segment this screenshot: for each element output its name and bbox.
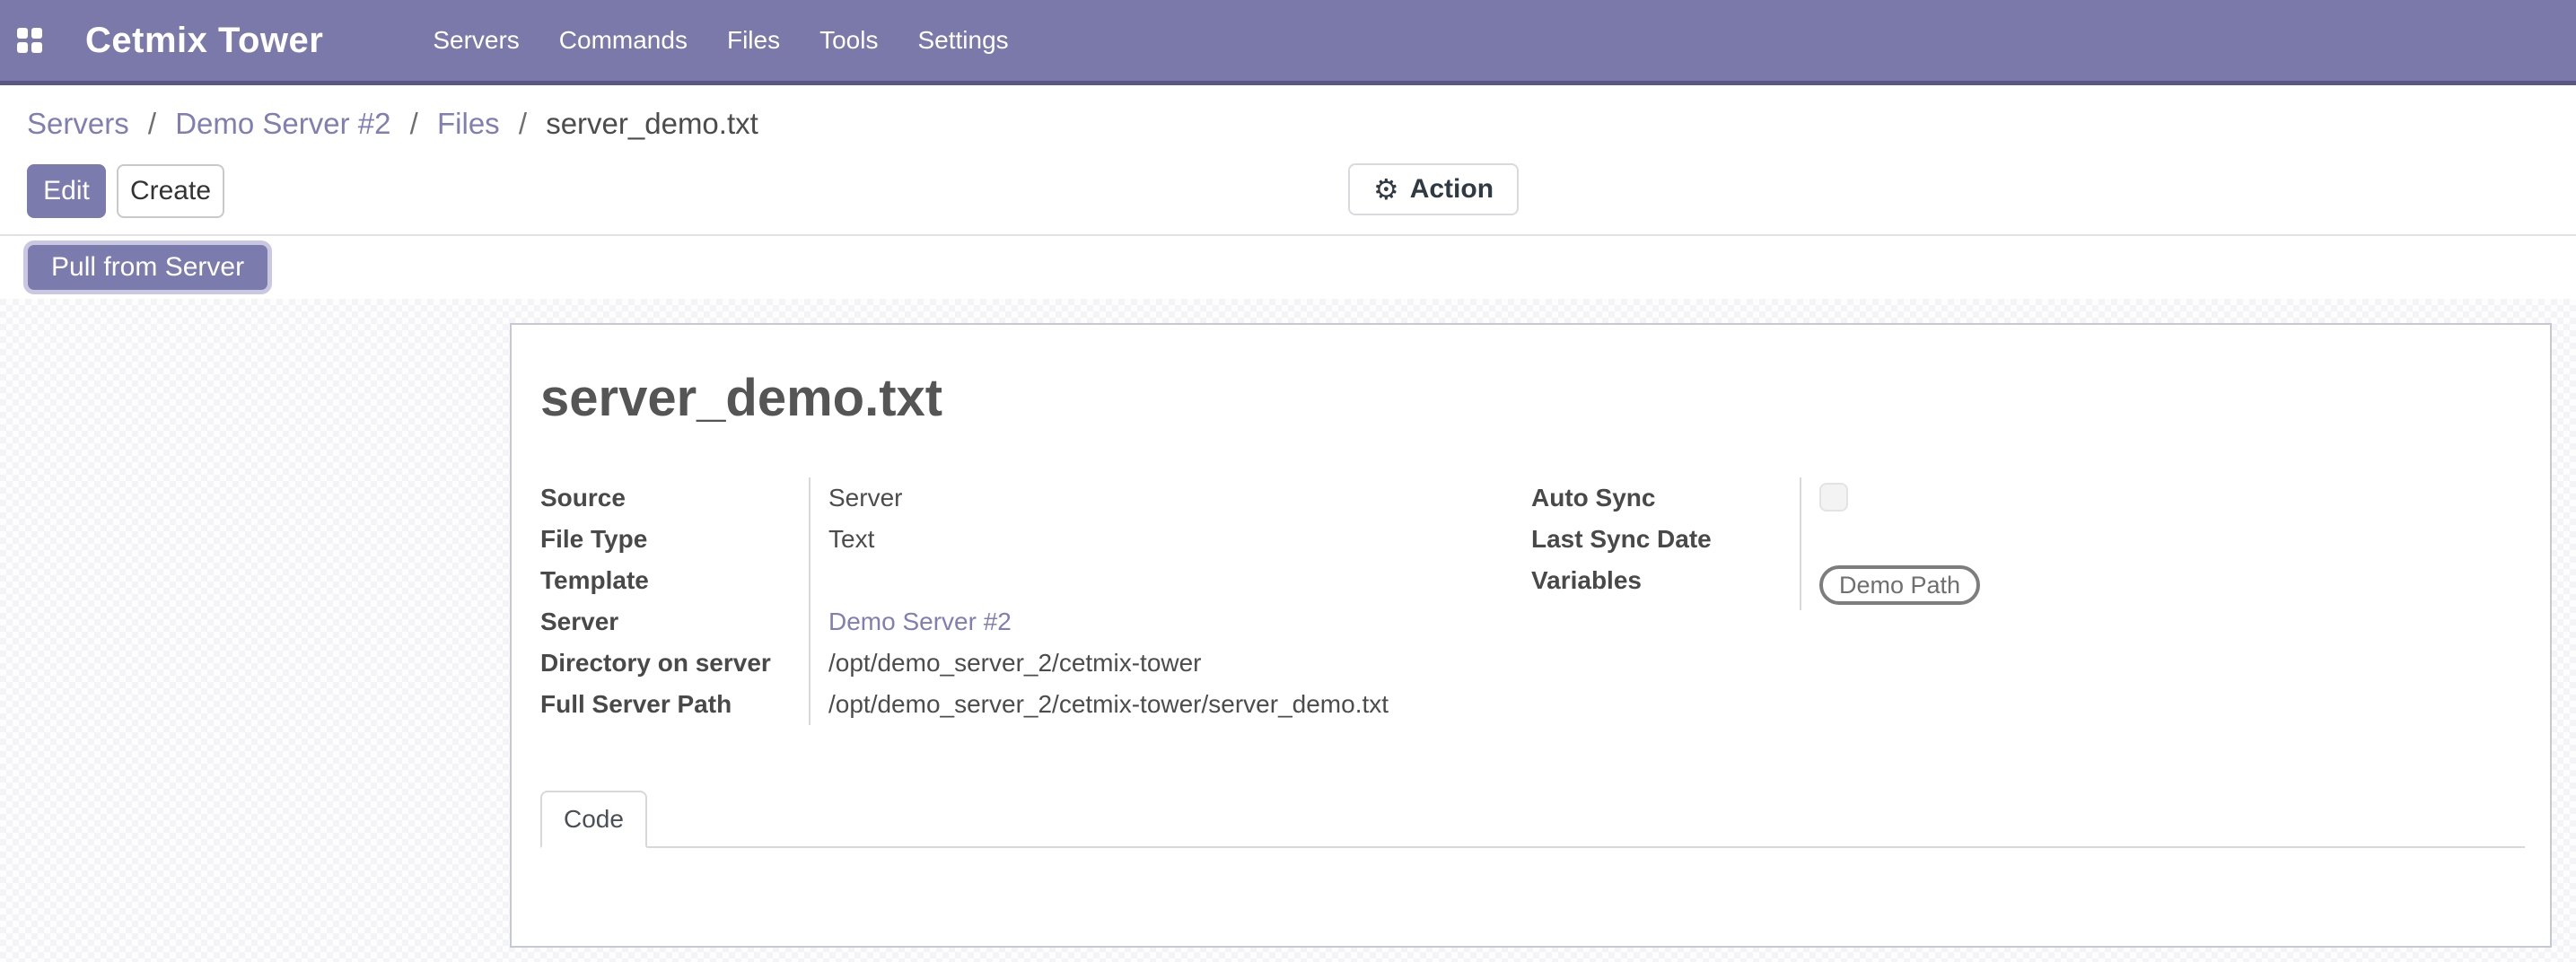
directory-on-server-value-cell: /opt/demo_server_2/cetmix-tower	[810, 643, 1389, 684]
apps-grid-square	[17, 28, 28, 39]
tab-code[interactable]: Code	[540, 791, 647, 848]
field-row-variables: Variables Demo Path	[1531, 560, 1980, 610]
template-label: Template	[540, 560, 810, 601]
directory-on-server-label: Directory on server	[540, 643, 810, 684]
control-panel: Servers / Demo Server #2 / Files / serve…	[0, 85, 2576, 236]
full-server-path-label: Full Server Path	[540, 684, 810, 725]
breadcrumb-current: server_demo.txt	[546, 107, 758, 140]
statusbar: Pull from Server	[0, 236, 2576, 299]
auto-sync-label: Auto Sync	[1531, 477, 1801, 519]
server-value-cell: Demo Server #2	[810, 601, 1389, 643]
form-groups: SourceServerFile TypeTextTemplateServerD…	[540, 477, 2521, 725]
gear-icon: ⚙	[1373, 175, 1399, 204]
field-row-template: Template	[540, 560, 1389, 601]
menu-commands[interactable]: Commands	[557, 21, 689, 60]
menu-servers[interactable]: Servers	[431, 21, 521, 60]
action-dropdown-button[interactable]: ⚙ Action	[1348, 163, 1519, 215]
full-server-path-value: /opt/demo_server_2/cetmix-tower/server_d…	[828, 690, 1389, 718]
variables-label: Variables	[1531, 560, 1801, 610]
top-navbar: Cetmix Tower ServersCommandsFilesToolsSe…	[0, 0, 2576, 85]
left-field-group: SourceServerFile TypeTextTemplateServerD…	[540, 477, 1531, 725]
left-fields: SourceServerFile TypeTextTemplateServerD…	[540, 477, 1389, 725]
field-row-source: Source Server	[540, 477, 1389, 519]
form-sheet: server_demo.txt Source Server File Type Tex…	[510, 323, 2552, 948]
navbar-menu: Servers Commands Files Tools Settings	[431, 21, 1010, 60]
server-label: Server	[540, 601, 810, 643]
create-button[interactable]: Create	[117, 164, 224, 218]
edit-button[interactable]: Edit	[27, 164, 106, 218]
menu-files[interactable]: Files	[725, 21, 782, 60]
breadcrumb-separator: /	[140, 107, 165, 140]
source-value: Server	[828, 484, 902, 512]
apps-grid-square	[31, 42, 42, 53]
breadcrumb-link-demo-server-2[interactable]: Demo Server #2	[175, 107, 390, 140]
app-brand[interactable]: Cetmix Tower	[85, 21, 323, 61]
field-row-last-sync-date: Last Sync Date	[1531, 519, 1980, 560]
form-view-background: server_demo.txt Source Server File Type Tex…	[0, 299, 2576, 962]
last-sync-date-label: Last Sync Date	[1531, 519, 1801, 560]
pull-from-server-button[interactable]: Pull from Server	[23, 240, 272, 294]
field-row-server: Server Demo Server #2	[540, 601, 1389, 643]
menu-tools[interactable]: Tools	[818, 21, 880, 60]
source-value-cell: Server	[810, 477, 1389, 519]
file-type-value-cell: Text	[810, 519, 1389, 560]
breadcrumb: Servers / Demo Server #2 / Files / serve…	[0, 85, 2576, 141]
template-value-cell	[810, 560, 1389, 601]
field-row-directory-on-server: Directory on server/opt/demo_server_2/ce…	[540, 643, 1389, 684]
full-server-path-value-cell: /opt/demo_server_2/cetmix-tower/server_d…	[810, 684, 1389, 725]
apps-grid-square	[31, 28, 42, 39]
control-panel-buttons: Edit Create	[27, 164, 224, 218]
right-field-group: Auto SyncLast Sync DateVariables Demo Pat…	[1531, 477, 1980, 725]
apps-grid-icon[interactable]	[17, 28, 42, 53]
field-row-file-type: File Type Text	[540, 519, 1389, 560]
menu-settings[interactable]: Settings	[916, 21, 1010, 60]
right-fields: Auto SyncLast Sync DateVariables Demo Pat…	[1531, 477, 1980, 610]
breadcrumb-separator: /	[511, 107, 536, 140]
variables-value-cell: Demo Path	[1801, 560, 1980, 610]
last-sync-date-value-cell	[1801, 519, 1980, 560]
file-type-label: File Type	[540, 519, 810, 560]
auto-sync-value-cell	[1801, 477, 1980, 519]
variables-tag-demo-path[interactable]: Demo Path	[1819, 565, 1980, 605]
notebook-tabs: Code	[540, 791, 2525, 848]
breadcrumb-link-servers[interactable]: Servers	[27, 107, 129, 140]
apps-grid-square	[17, 42, 28, 53]
record-title: server_demo.txt	[540, 366, 2521, 431]
file-type-value: Text	[828, 525, 874, 553]
source-label: Source	[540, 477, 810, 519]
action-label: Action	[1410, 174, 1494, 205]
field-row-auto-sync: Auto Sync	[1531, 477, 1980, 519]
breadcrumb-separator: /	[401, 107, 426, 140]
auto-sync-checkbox[interactable]	[1819, 483, 1848, 512]
directory-on-server-value: /opt/demo_server_2/cetmix-tower	[828, 649, 1202, 677]
field-row-full-server-path: Full Server Path/opt/demo_server_2/cetmi…	[540, 684, 1389, 725]
server-link[interactable]: Demo Server #2	[828, 608, 1012, 635]
breadcrumb-link-files[interactable]: Files	[437, 107, 500, 140]
